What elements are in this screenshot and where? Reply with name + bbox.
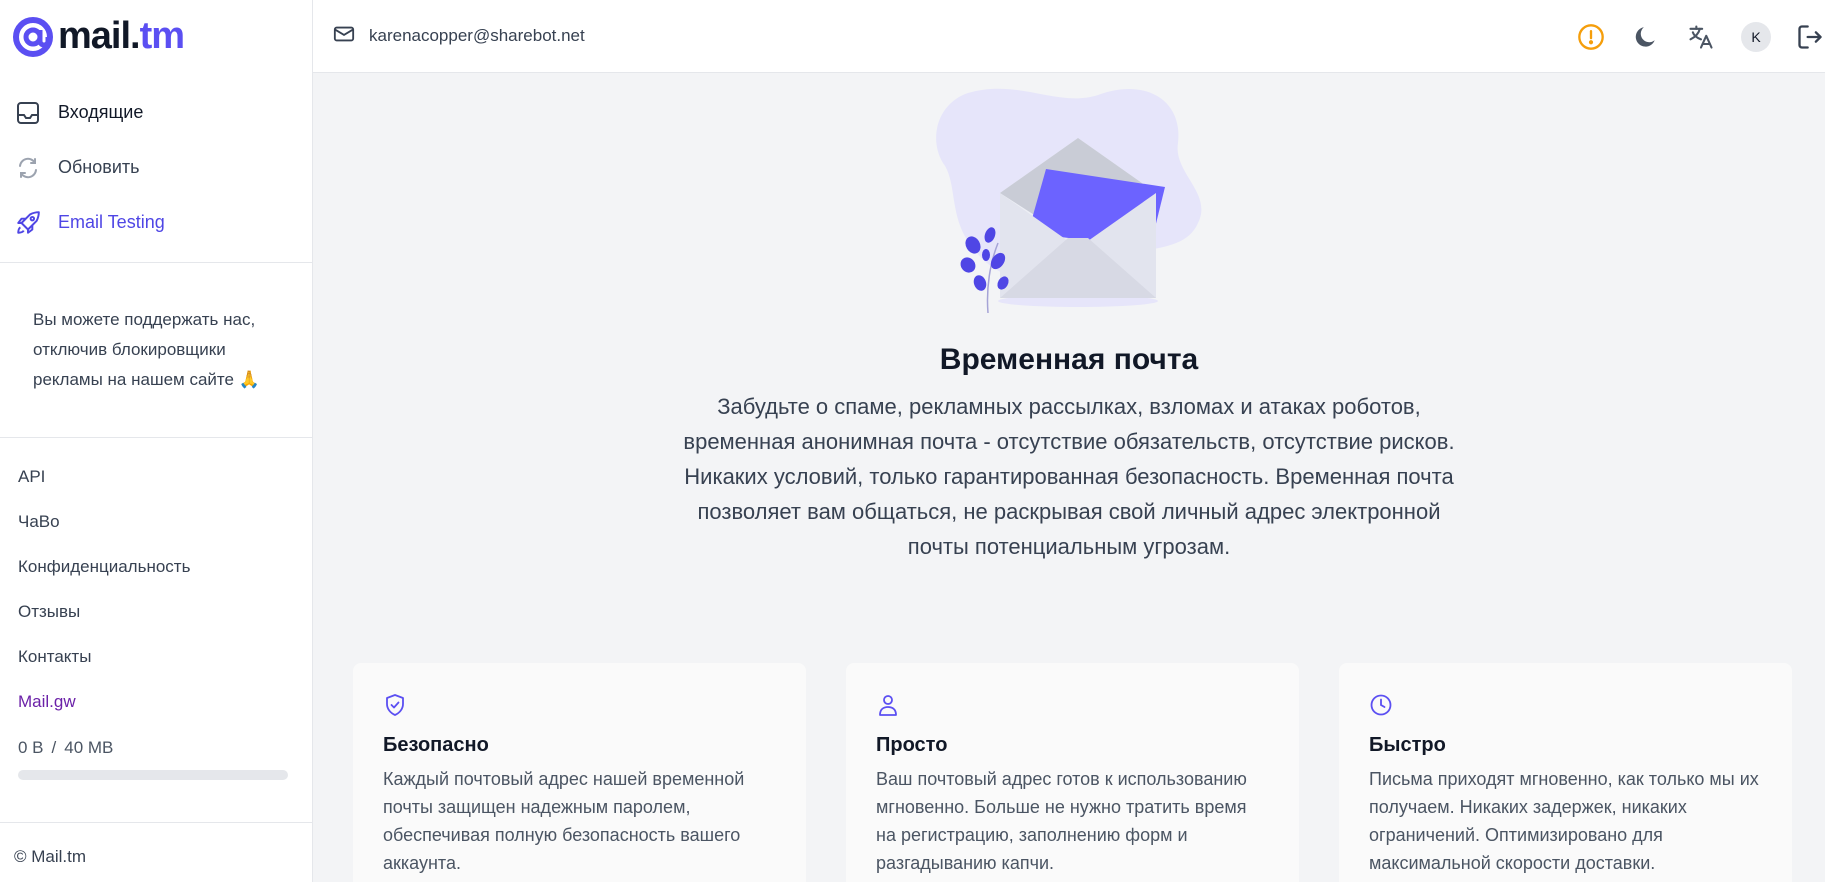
logout-icon[interactable] xyxy=(1795,21,1825,53)
hero-description: Забудьте о спаме, рекламных рассылках, в… xyxy=(683,394,1455,559)
storage-usage: 0 B / 40 MB xyxy=(0,724,312,780)
sidebar-item-refresh[interactable]: Обновить xyxy=(0,140,312,195)
link-reviews[interactable]: Отзывы xyxy=(0,589,312,634)
logo[interactable]: mail.tm xyxy=(0,0,312,73)
link-faq[interactable]: ЧаВо xyxy=(0,499,312,544)
feature-text: Ваш почтовый адрес готов к использованию… xyxy=(876,769,1247,873)
storage-separator: / xyxy=(51,738,57,757)
top-bar: karenacopper@sharebot.net K xyxy=(313,0,1825,73)
page-title: Временная почта xyxy=(939,343,1199,376)
current-email-address[interactable]: karenacopper@sharebot.net xyxy=(369,26,585,46)
feature-cards: Безопасно Каждый почтовый адрес нашей вр… xyxy=(353,663,1792,882)
feature-card-fast: Быстро Письма приходят мгновенно, как то… xyxy=(1339,663,1792,882)
adblock-support-message: Вы можете поддержать нас, отключив блоки… xyxy=(33,310,260,389)
link-privacy[interactable]: Конфиденциальность xyxy=(0,544,312,589)
app: mail.tm Входящие Обновить Email Testing … xyxy=(0,0,1825,882)
feature-title: Безопасно xyxy=(383,734,489,756)
feature-card-simple: Просто Ваш почтовый адрес готов к исполь… xyxy=(846,663,1299,882)
sidebar: mail.tm Входящие Обновить Email Testing … xyxy=(0,0,313,882)
link-contacts[interactable]: Контакты xyxy=(0,634,312,679)
at-sign-icon xyxy=(11,15,55,59)
footer-copyright: © Mail.tm xyxy=(0,822,312,867)
storage-total: 40 MB xyxy=(64,738,114,757)
sidebar-nav: Входящие Обновить Email Testing xyxy=(0,73,312,250)
dark-mode-moon-icon[interactable] xyxy=(1630,21,1662,53)
feature-text: Письма приходят мгновенно, как только мы… xyxy=(1369,769,1759,873)
sidebar-item-label: Обновить xyxy=(58,157,140,177)
rocket-icon xyxy=(14,209,42,237)
avatar-initial: K xyxy=(1741,21,1771,52)
mail-icon xyxy=(333,23,355,50)
sidebar-links: API ЧаВо Конфиденциальность Отзывы Конта… xyxy=(0,438,312,724)
logo-text: mail.tm xyxy=(58,15,185,57)
user-icon xyxy=(876,695,900,721)
sidebar-item-label: Email Testing xyxy=(58,212,165,232)
feature-card-secure: Безопасно Каждый почтовый адрес нашей вр… xyxy=(353,663,806,882)
user-avatar[interactable]: K xyxy=(1740,21,1772,53)
feature-text: Каждый почтовый адрес нашей временной по… xyxy=(383,769,745,873)
top-bar-actions: K xyxy=(1552,0,1825,73)
refresh-icon xyxy=(14,154,42,182)
shield-check-icon xyxy=(383,694,407,721)
translate-icon[interactable] xyxy=(1685,21,1717,53)
storage-used: 0 B xyxy=(18,738,44,757)
feature-title: Просто xyxy=(876,734,948,756)
envelope-illustration xyxy=(928,83,1218,328)
link-api[interactable]: API xyxy=(0,454,312,499)
sidebar-item-email-testing[interactable]: Email Testing xyxy=(0,195,312,250)
hero-section: Временная почта Забудьте о спаме, реклам… xyxy=(313,73,1825,633)
sidebar-item-inbox[interactable]: Входящие xyxy=(0,85,312,140)
link-mail-gw[interactable]: Mail.gw xyxy=(0,679,312,724)
main-content: karenacopper@sharebot.net K Временная по… xyxy=(313,0,1825,882)
feature-title: Быстро xyxy=(1369,734,1446,756)
storage-progress-bar xyxy=(18,770,288,780)
sidebar-item-label: Входящие xyxy=(58,102,144,122)
alert-icon[interactable] xyxy=(1575,21,1607,53)
inbox-icon xyxy=(14,99,42,127)
clock-icon xyxy=(1369,694,1393,721)
